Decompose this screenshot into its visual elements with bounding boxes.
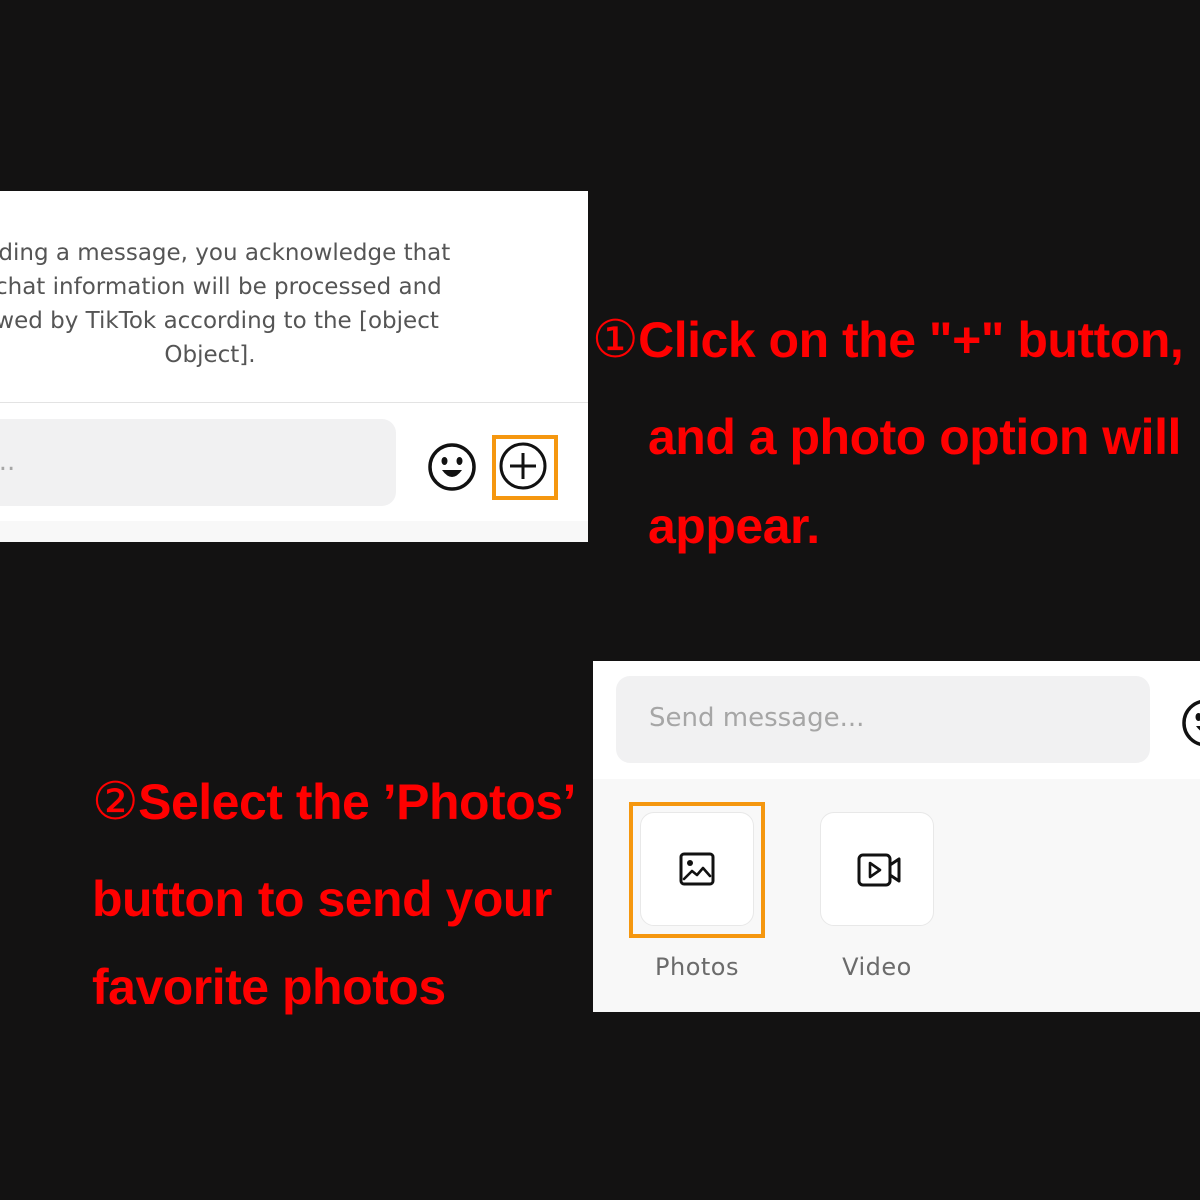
step1-line1: ①Click on the "+" button, [592,310,1184,370]
panel-footer [0,521,588,542]
attachment-sheet-panel: Send message... Photos Video [593,661,1200,1012]
step1-line3: appear. [648,498,820,554]
smiley-icon[interactable] [427,442,477,492]
video-option-button[interactable] [820,812,934,926]
photos-button-highlight [629,802,765,938]
step2-line3: favorite photos [92,959,446,1015]
message-input[interactable]: essage... [0,419,396,506]
step2-line1: ②Select the ’Photos’ [92,772,576,832]
step2-line1-text: Select the ’Photos’ [138,774,576,830]
divider [0,402,588,403]
photos-label: Photos [655,953,739,981]
input-bar: Send message... [593,661,1200,779]
send-message-placeholder: Send message... [649,703,865,733]
step1-line1-text: Click on the "+" button, [638,312,1184,368]
plus-circle-icon[interactable] [498,441,548,491]
privacy-notice: ending a message, you acknowledge that r… [0,240,451,368]
smiley-icon[interactable] [1181,698,1200,748]
step2-line2: button to send your [92,871,552,927]
chat-screenshot-panel: ending a message, you acknowledge that r… [0,191,588,542]
tutorial-canvas: ending a message, you acknowledge that r… [0,0,1200,1200]
video-camera-icon [857,853,901,887]
step2-number: ② [92,772,139,832]
step1-line2: and a photo option will [648,409,1181,465]
send-message-input[interactable]: Send message... [616,676,1150,763]
message-input-placeholder: essage... [0,447,16,477]
step1-number: ① [592,310,639,370]
video-label: Video [842,953,912,981]
